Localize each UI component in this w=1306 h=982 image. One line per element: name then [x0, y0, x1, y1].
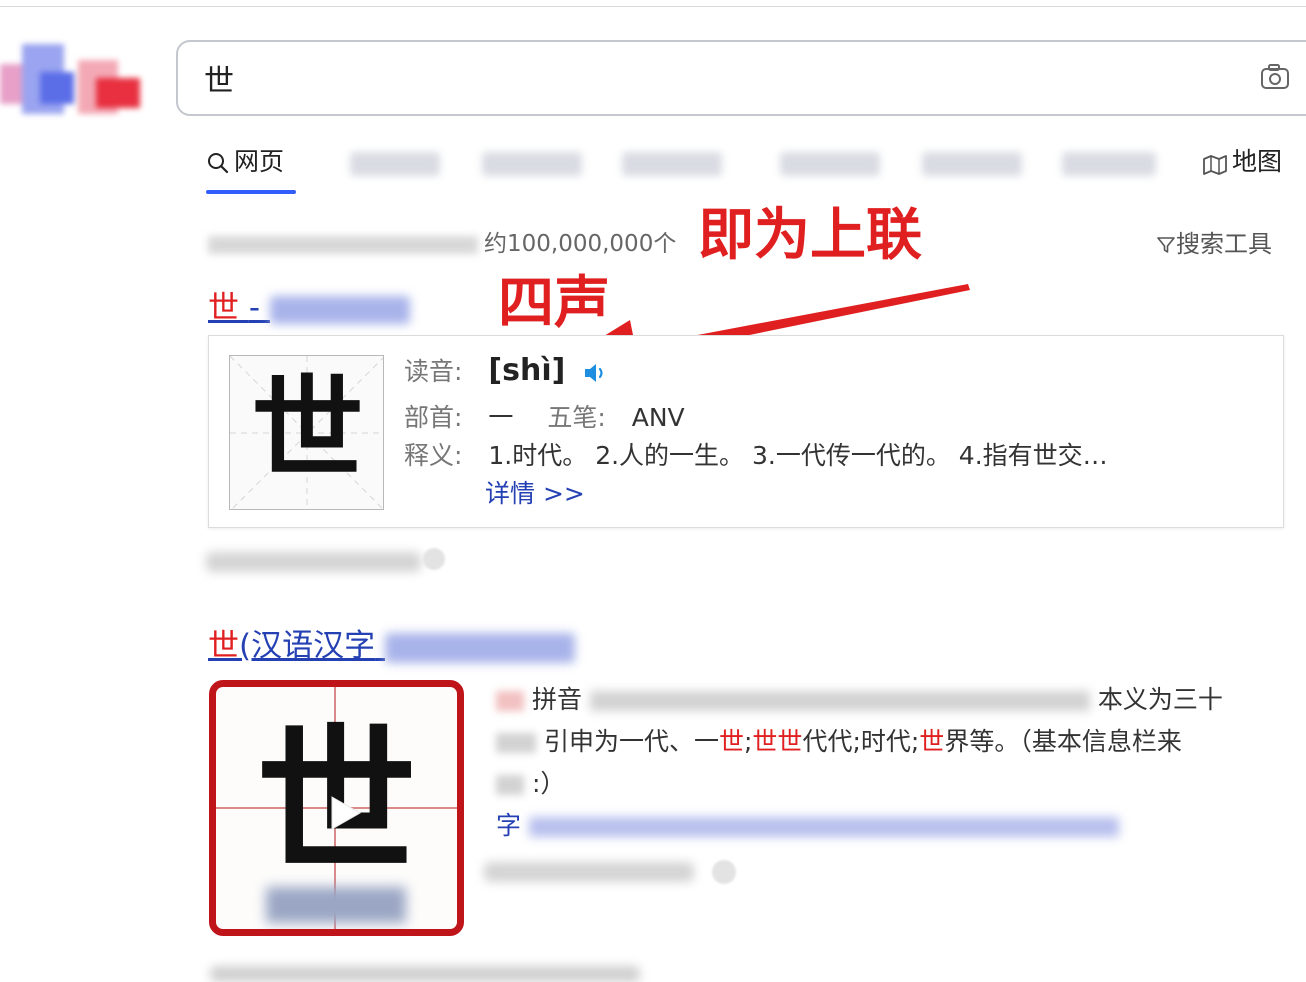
result-source — [484, 862, 694, 882]
blurred-text — [208, 235, 478, 254]
tab-tieba[interactable] — [1062, 152, 1156, 176]
tab-zhidao[interactable] — [780, 152, 880, 176]
blurred-caption — [266, 887, 406, 923]
shield-icon[interactable] — [423, 548, 445, 570]
map-icon — [1203, 155, 1227, 175]
snippet-line-2: 引申为一代、一世;世世代代;时代;世界等。（基本信息栏来 — [496, 722, 1182, 758]
filter-icon — [1157, 237, 1175, 253]
top-divider — [0, 6, 1306, 7]
tab-label: 地图 — [1232, 147, 1283, 176]
speaker-icon[interactable] — [583, 362, 609, 384]
snippet-links[interactable]: 字 — [496, 806, 1119, 842]
dictionary-card: 世 读音: [shì] 部首: 一 五笔: ANV 释义: 1.时代。 2.人的… — [208, 335, 1284, 528]
tab-news[interactable] — [350, 152, 440, 176]
big-character: 世 — [251, 364, 364, 495]
result-count: 约100,000,000个 — [208, 224, 676, 258]
radical-row: 部首: 一 五笔: ANV — [404, 403, 685, 432]
reading-row: 读音: [shì] — [404, 352, 609, 388]
meaning-row: 释义: 1.时代。 2.人的一生。 3.一代传一代的。 4.指有世交… — [404, 441, 1108, 470]
shield-icon[interactable] — [712, 860, 736, 884]
tab-wenku[interactable] — [922, 152, 1022, 176]
result-title-2[interactable]: 世(汉语汉字 — [208, 620, 575, 665]
snippet-line-3: :） — [496, 764, 565, 800]
search-icon — [208, 153, 229, 174]
search-box[interactable] — [176, 40, 1306, 116]
logo[interactable] — [0, 44, 142, 120]
annotation-shanglian: 即为上联 — [698, 203, 922, 268]
detail-link[interactable]: 详情 >> — [485, 474, 585, 510]
camera-icon[interactable] — [1260, 62, 1290, 92]
tab-image[interactable] — [622, 152, 722, 176]
active-tab-indicator — [206, 190, 296, 194]
tab-video[interactable] — [482, 152, 582, 176]
blurred-text — [384, 632, 575, 663]
search-tabs: 网页 地图 — [206, 140, 1306, 196]
search-input[interactable] — [204, 56, 1104, 100]
tab-label: 网页 — [234, 147, 285, 176]
next-result-title[interactable] — [210, 966, 640, 982]
video-thumbnail[interactable]: 世 — [209, 680, 464, 936]
result-title-1[interactable]: 世 - — [208, 282, 410, 327]
play-icon[interactable] — [316, 787, 368, 839]
search-tools-button[interactable]: 搜索工具 — [1156, 224, 1272, 259]
blurred-text — [269, 295, 410, 324]
tab-webpage[interactable]: 网页 — [206, 140, 284, 184]
snippet-line-1: 拼音 本义为三十 — [496, 680, 1223, 716]
tab-map[interactable]: 地图 — [1202, 140, 1282, 184]
character-box: 世 — [229, 355, 384, 510]
result-source — [206, 552, 421, 572]
